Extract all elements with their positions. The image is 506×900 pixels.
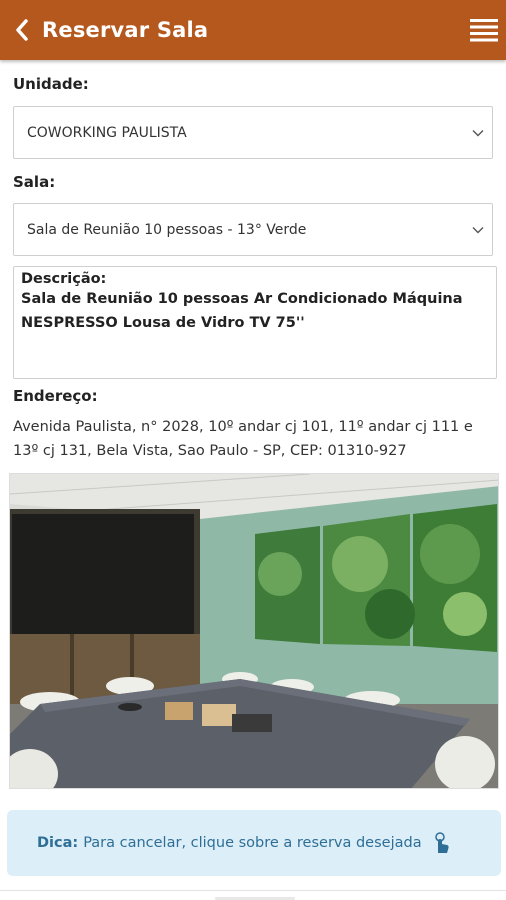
tap-hand-icon [434, 832, 449, 853]
unidade-label: Unidade: [13, 75, 89, 93]
hamburger-menu-icon [470, 19, 498, 42]
sala-value: Sala de Reunião 10 pessoas - 13° Verde [27, 221, 307, 238]
descricao-text: Sala de Reunião 10 pessoas Ar Condiciona… [21, 291, 463, 331]
chevron-left-icon [16, 19, 28, 41]
bottom-divider [0, 890, 506, 891]
unidade-select[interactable]: COWORKING PAULISTA [13, 106, 493, 159]
back-button[interactable] [2, 0, 42, 60]
room-photo [9, 473, 499, 789]
descricao-label: Descrição: [21, 271, 107, 287]
descricao-box: Descrição: Sala de Reunião 10 pessoas Ar… [13, 266, 497, 379]
endereco-label: Endereço: [13, 387, 98, 405]
chevron-down-icon [472, 227, 484, 234]
chevron-down-icon [472, 130, 484, 137]
sala-select[interactable]: Sala de Reunião 10 pessoas - 13° Verde [13, 203, 493, 256]
tip-text: Para cancelar, clique sobre a reserva de… [83, 835, 422, 851]
tip-label: Dica: [37, 835, 79, 851]
app-header: Reservar Sala [0, 0, 506, 60]
tip-banner: Dica: Para cancelar, clique sobre a rese… [7, 810, 501, 876]
sala-label: Sala: [13, 173, 56, 191]
page-title: Reservar Sala [42, 18, 209, 42]
endereco-text: Avenida Paulista, n° 2028, 10º andar cj … [13, 419, 473, 459]
menu-button[interactable] [470, 18, 498, 42]
unidade-value: COWORKING PAULISTA [27, 124, 187, 141]
